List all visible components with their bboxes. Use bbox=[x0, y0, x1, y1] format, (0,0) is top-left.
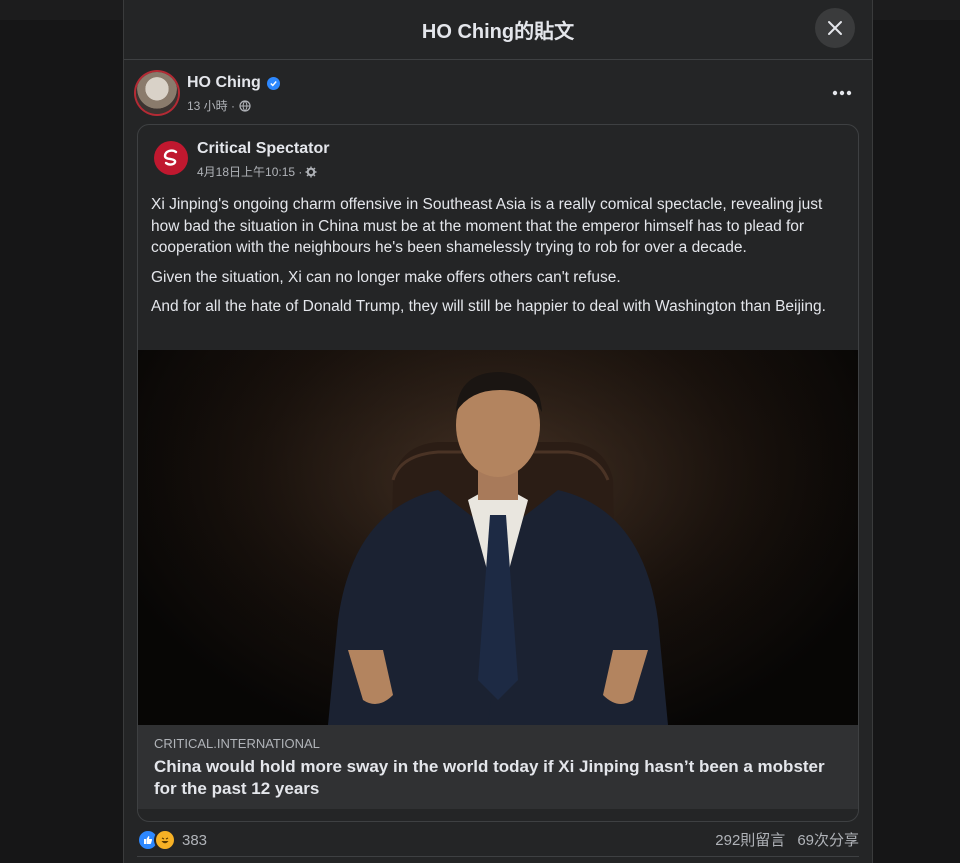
link-preview[interactable]: CRITICAL.INTERNATIONAL China would hold … bbox=[138, 725, 858, 809]
more-icon bbox=[832, 90, 852, 96]
post-modal: HO Ching的貼文 HO Ching 13 小時 · Critical Sp… bbox=[123, 0, 873, 863]
post-timestamp[interactable]: 13 小時 · bbox=[187, 97, 235, 114]
portrait-illustration bbox=[138, 350, 858, 725]
author-name[interactable]: HO Ching bbox=[187, 74, 261, 92]
post-body: Xi Jinping's ongoing charm offensive in … bbox=[151, 194, 847, 326]
shared-page-name[interactable]: Critical Spectator bbox=[197, 140, 329, 158]
reactions-summary[interactable]: 383 bbox=[137, 829, 207, 851]
author-avatar[interactable] bbox=[136, 72, 178, 114]
post-header: HO Ching 13 小時 · bbox=[136, 72, 860, 118]
shared-post: Critical Spectator 4月18日上午10:15 · Xi Jin… bbox=[137, 124, 859, 822]
close-icon bbox=[828, 21, 842, 35]
shared-timestamp[interactable]: 4月18日上午10:15 · bbox=[197, 163, 302, 180]
link-domain: CRITICAL.INTERNATIONAL bbox=[154, 736, 320, 751]
divider bbox=[137, 856, 859, 857]
post-paragraph: Xi Jinping's ongoing charm offensive in … bbox=[151, 196, 823, 256]
globe-icon bbox=[239, 99, 251, 112]
post-paragraph: And for all the hate of Donald Trump, th… bbox=[151, 298, 826, 315]
post-stats: 383 292則留言 69次分享 bbox=[137, 827, 859, 853]
modal-header: HO Ching的貼文 bbox=[124, 0, 872, 60]
gear-icon bbox=[305, 166, 317, 177]
modal-title: HO Ching的貼文 bbox=[421, 21, 575, 43]
post-image[interactable] bbox=[138, 350, 858, 725]
verified-icon bbox=[266, 76, 280, 90]
more-options-button[interactable] bbox=[832, 80, 852, 101]
comments-count-link[interactable]: 292則留言 bbox=[715, 829, 785, 850]
close-button[interactable] bbox=[815, 8, 855, 48]
page-logo[interactable] bbox=[154, 141, 188, 175]
page-logo-mark bbox=[163, 149, 178, 166]
link-title[interactable]: China would hold more sway in the world … bbox=[154, 756, 834, 800]
reaction-count: 383 bbox=[182, 831, 208, 849]
shares-count-link[interactable]: 69次分享 bbox=[797, 829, 859, 850]
post-paragraph: Given the situation, Xi can no longer ma… bbox=[151, 268, 621, 286]
haha-reaction-icon bbox=[154, 829, 176, 851]
